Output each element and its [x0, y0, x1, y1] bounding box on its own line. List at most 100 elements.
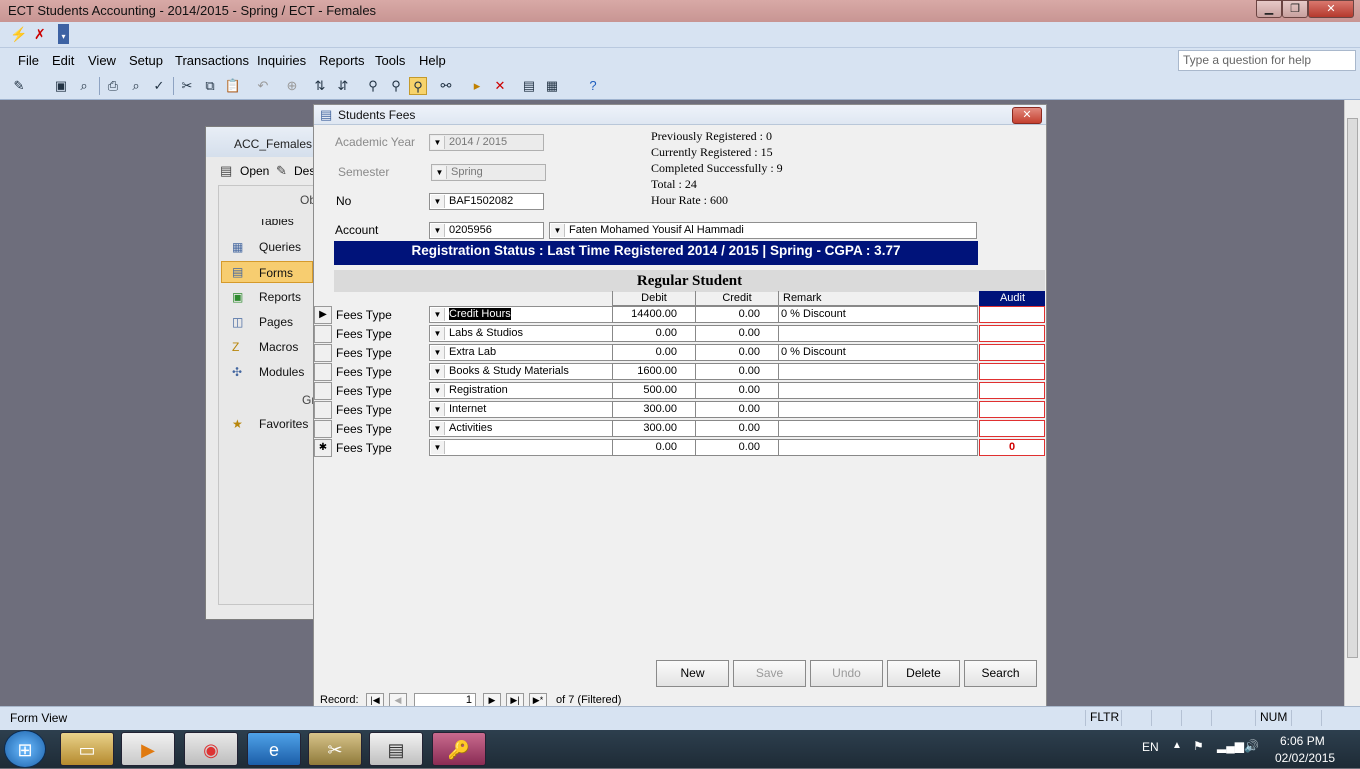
dropdown-arrow-icon[interactable]: ▼ [431, 224, 445, 237]
customize-icon[interactable]: ▾ [58, 24, 69, 44]
nav-item-forms[interactable]: Forms [259, 266, 293, 280]
search-file-icon[interactable]: ⌕ [75, 77, 93, 95]
document-taskbar-icon[interactable]: ▤ [369, 732, 423, 766]
fees-type-combo[interactable]: ▼ [429, 439, 613, 456]
debit-cell[interactable]: 0.00 [612, 325, 696, 342]
action-center-icon[interactable]: ⚑ [1193, 739, 1204, 753]
fees-type-combo[interactable]: ▼ Registration [429, 382, 613, 399]
filter-icon[interactable]: ⚡ [10, 26, 27, 43]
nav-item-macros[interactable]: Macros [259, 340, 298, 354]
credit-cell[interactable]: 0.00 [695, 401, 779, 418]
form-close-button[interactable]: ✕ [1012, 107, 1042, 124]
explorer-taskbar-icon[interactable]: ▭ [60, 732, 114, 766]
nav-item-reports[interactable]: Reports [259, 290, 301, 304]
network-icon[interactable]: ▂▄▆ [1217, 739, 1244, 753]
record-selector[interactable] [314, 363, 332, 381]
hyperlink-icon[interactable]: ⊕ [283, 77, 301, 95]
dropdown-arrow-icon[interactable]: ▼ [431, 441, 445, 454]
fees-type-combo[interactable]: ▼ Books & Study Materials [429, 363, 613, 380]
new-object-icon[interactable]: ▦ [543, 77, 561, 95]
show-hidden-icons-icon[interactable]: ▲ [1172, 740, 1182, 751]
access-taskbar-icon[interactable]: 🔑 [432, 732, 486, 766]
menu-file[interactable]: File [18, 53, 39, 68]
debit-cell[interactable]: 1600.00 [612, 363, 696, 380]
debit-cell[interactable]: 0.00 [612, 344, 696, 361]
fees-type-combo[interactable]: ▼ Internet [429, 401, 613, 418]
new-button[interactable]: New [656, 660, 729, 687]
close-button[interactable]: ✕ [1308, 0, 1354, 18]
credit-cell[interactable]: 0.00 [695, 382, 779, 399]
open-button[interactable]: Open [240, 164, 269, 178]
dropdown-arrow-icon[interactable]: ▼ [431, 308, 445, 321]
debit-cell[interactable]: 0.00 [612, 439, 696, 456]
scroll-thumb[interactable] [1347, 118, 1358, 658]
menu-view[interactable]: View [88, 53, 116, 68]
filter-by-form-icon[interactable]: ⚲ [387, 77, 405, 95]
sort-ascending-icon[interactable]: ⇅ [311, 77, 329, 95]
vertical-scrollbar[interactable] [1344, 100, 1360, 706]
debit-cell[interactable]: 300.00 [612, 420, 696, 437]
credit-cell[interactable]: 0.00 [695, 363, 779, 380]
undo-icon[interactable]: ↶ [254, 77, 272, 95]
database-window-icon[interactable]: ▤ [520, 77, 538, 95]
save-icon[interactable]: ▣ [52, 77, 70, 95]
media-player-taskbar-icon[interactable]: ▶ [121, 732, 175, 766]
print-preview-icon[interactable]: ⌕ [127, 77, 145, 95]
search-button[interactable]: Search [964, 660, 1037, 687]
record-selector[interactable]: ✱ [314, 439, 332, 457]
help-icon[interactable]: ? [584, 77, 602, 95]
menu-inquiries[interactable]: Inquiries [257, 53, 306, 68]
audit-cell[interactable] [979, 382, 1045, 399]
menu-edit[interactable]: Edit [52, 53, 74, 68]
save-button[interactable]: Save [733, 660, 806, 687]
credit-cell[interactable]: 0.00 [695, 420, 779, 437]
help-search-input[interactable]: Type a question for help [1178, 50, 1356, 71]
cut-icon[interactable]: ✂ [178, 77, 196, 95]
remark-cell[interactable] [778, 401, 978, 418]
debit-cell[interactable]: 300.00 [612, 401, 696, 418]
record-selector[interactable] [314, 325, 332, 343]
sort-descending-icon[interactable]: ⇵ [334, 77, 352, 95]
nav-item-modules[interactable]: Modules [259, 365, 304, 379]
menu-help[interactable]: Help [419, 53, 446, 68]
remark-cell[interactable] [778, 325, 978, 342]
dropdown-arrow-icon[interactable]: ▼ [431, 384, 445, 397]
record-selector[interactable] [314, 401, 332, 419]
filter-by-selection-icon[interactable]: ⚲ [364, 77, 382, 95]
dropdown-arrow-icon[interactable]: ▼ [431, 403, 445, 416]
clock-date[interactable]: 02/02/2015 [1275, 751, 1335, 765]
dropdown-arrow-icon[interactable]: ▼ [431, 422, 445, 435]
audit-cell[interactable]: 0 [979, 439, 1045, 456]
credit-cell[interactable]: 0.00 [695, 306, 779, 323]
fees-type-combo[interactable]: ▼ Extra Lab [429, 344, 613, 361]
record-selector[interactable] [314, 420, 332, 438]
dropdown-arrow-icon[interactable]: ▼ [431, 327, 445, 340]
maximize-button[interactable]: ❐ [1282, 0, 1308, 18]
account-combo[interactable]: ▼ 0205956 [429, 222, 544, 239]
audit-cell[interactable] [979, 363, 1045, 380]
dropdown-arrow-icon[interactable]: ▼ [431, 365, 445, 378]
dropdown-arrow-icon[interactable]: ▼ [551, 224, 565, 237]
volume-icon[interactable]: 🔊 [1244, 739, 1259, 753]
nav-item-queries[interactable]: Queries [259, 240, 301, 254]
delete-record-icon[interactable]: ✕ [491, 77, 509, 95]
menu-reports[interactable]: Reports [319, 53, 365, 68]
menu-setup[interactable]: Setup [129, 53, 163, 68]
tools-taskbar-icon[interactable]: ✂ [308, 732, 362, 766]
start-button[interactable]: ⊞ [4, 730, 46, 768]
credit-cell[interactable]: 0.00 [695, 439, 779, 456]
debit-cell[interactable]: 500.00 [612, 382, 696, 399]
audit-cell[interactable] [979, 325, 1045, 342]
fees-type-combo[interactable]: ▼ Credit Hours [429, 306, 613, 323]
menu-tools[interactable]: Tools [375, 53, 405, 68]
minimize-button[interactable]: ▁ [1256, 0, 1282, 18]
remark-cell[interactable] [778, 420, 978, 437]
record-selector[interactable] [314, 344, 332, 362]
find-icon[interactable]: ⚯ [437, 77, 455, 95]
remark-cell[interactable] [778, 363, 978, 380]
language-indicator[interactable]: EN [1142, 740, 1159, 754]
audit-cell[interactable] [979, 344, 1045, 361]
design-view-icon[interactable]: ✎ [10, 77, 28, 95]
credit-cell[interactable]: 0.00 [695, 325, 779, 342]
credit-cell[interactable]: 0.00 [695, 344, 779, 361]
